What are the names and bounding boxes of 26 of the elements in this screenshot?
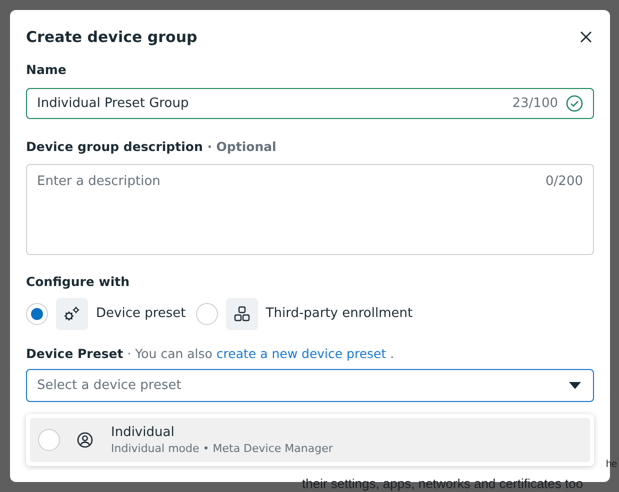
character-counter: 0/200	[546, 174, 583, 190]
radio-button[interactable]	[196, 302, 218, 325]
field-label: Name	[26, 62, 68, 80]
section-label: Configure with	[26, 274, 130, 292]
close-icon	[580, 30, 592, 43]
user-icon	[77, 432, 93, 448]
caret-icon	[569, 382, 581, 389]
period-text: .	[390, 346, 394, 361]
preset-dropdown[interactable]: Select a device preset	[26, 368, 594, 402]
description-field[interactable]: Enter a description 0/200	[26, 164, 594, 256]
field-label: Device Preset	[26, 346, 124, 361]
field-label: Device group description · Optional	[26, 138, 278, 156]
character-counter: 23/100	[512, 96, 558, 111]
item-title: Individual	[111, 425, 176, 440]
radio-button[interactable]	[38, 429, 60, 451]
name-field[interactable]: Individual Preset Group 23/100	[26, 88, 594, 119]
item-subtitle: Individual mode • Meta Device Manager	[111, 442, 333, 455]
option-label: Device preset	[96, 306, 186, 322]
create-preset-link[interactable]: create a new device preset	[216, 346, 386, 361]
hint-text: · You can also	[127, 346, 212, 361]
squares-icon	[226, 298, 258, 330]
menu-item[interactable]: Individual Individual mode • Meta Device Manager	[30, 418, 590, 462]
option-label: Third-party enrollment	[266, 306, 413, 322]
gears-icon	[56, 298, 88, 330]
radio-button[interactable]	[26, 302, 48, 325]
dialog-title: Create device group	[26, 28, 198, 46]
